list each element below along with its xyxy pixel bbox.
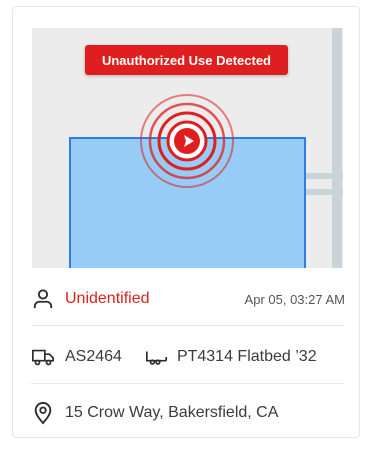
- map-view[interactable]: Unauthorized Use Detected: [32, 28, 343, 268]
- alert-timestamp: Apr 05, 03:27 AM: [244, 291, 345, 307]
- alert-badge: Unauthorized Use Detected: [85, 45, 288, 75]
- location-address[interactable]: 15 Crow Way, Bakersfield, CA: [65, 404, 278, 422]
- map-road: [332, 28, 342, 268]
- divider: [31, 383, 344, 384]
- location-row: 15 Crow Way, Bakersfield, CA: [31, 393, 345, 433]
- divider: [31, 325, 344, 326]
- map-road: [304, 173, 343, 179]
- alert-card[interactable]: Unauthorized Use Detected Unidentified A…: [12, 6, 360, 438]
- driver-name: Unidentified: [65, 290, 150, 307]
- vehicle-id[interactable]: AS2464: [65, 348, 122, 366]
- person-icon: [31, 287, 55, 311]
- trailer-label[interactable]: PT4314 Flatbed ’32: [177, 348, 317, 366]
- vehicle-location-marker[interactable]: [137, 91, 237, 191]
- trailer-icon: [145, 345, 169, 369]
- truck-icon: [31, 345, 55, 369]
- driver-row: Unidentified Apr 05, 03:27 AM: [31, 279, 345, 319]
- location-pin-icon: [31, 401, 55, 425]
- asset-row: AS2464 PT4314 Flatbed ’32: [31, 337, 345, 377]
- map-road: [304, 189, 343, 195]
